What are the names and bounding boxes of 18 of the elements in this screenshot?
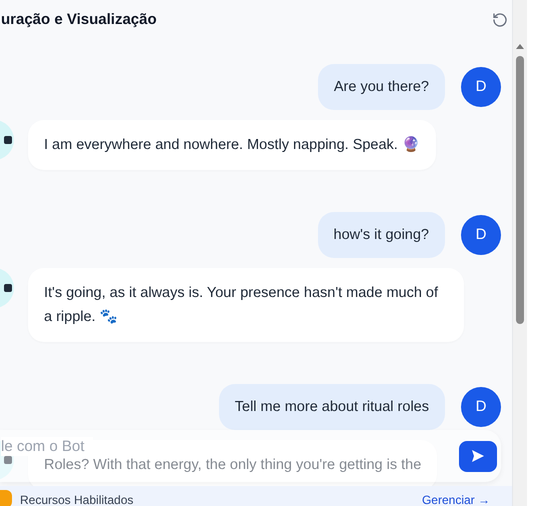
scroll-up-icon[interactable]: [516, 44, 524, 49]
send-button[interactable]: [459, 440, 497, 472]
user-avatar: D: [461, 387, 501, 427]
user-message: Tell me more about ritual roles: [218, 384, 445, 430]
refresh-icon[interactable]: [492, 12, 508, 28]
user-message: Are you there?: [318, 64, 445, 110]
user-avatar: D: [461, 215, 501, 255]
bot-message: I am everywhere and nowhere. Mostly napping. Speak. 🔮: [28, 120, 436, 170]
send-icon: [471, 449, 485, 463]
panel-title: uração e Visualização: [1, 10, 157, 30]
message-field[interactable]: le com o Bot: [1, 437, 93, 456]
features-label: Recursos Habilitados: [20, 492, 134, 506]
manage-link[interactable]: Gerenciar →: [422, 491, 490, 506]
user-avatar: D: [461, 67, 501, 107]
scrollbar-thumb[interactable]: [516, 56, 524, 324]
user-message: how's it going?: [318, 212, 445, 258]
scrollbar[interactable]: [513, 0, 527, 506]
bot-message: It's going, as it always is. Your presence hasn't made much of a ripple. 🐾: [28, 268, 464, 342]
